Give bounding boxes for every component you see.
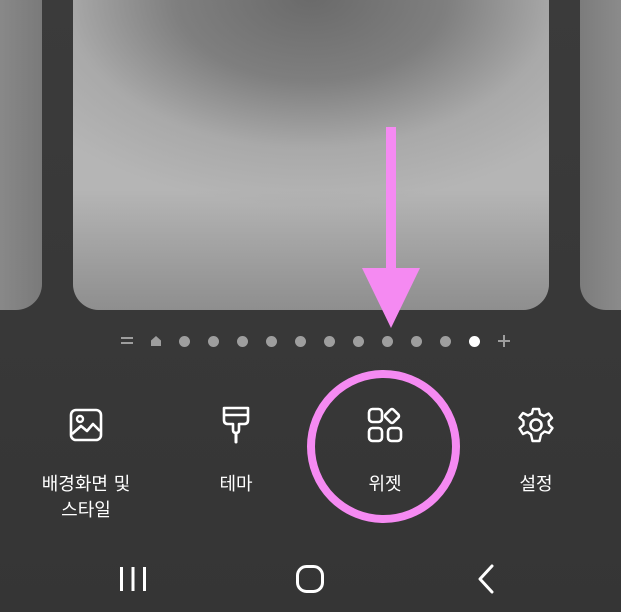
back-button[interactable] (456, 555, 516, 603)
paint-brush-icon (216, 405, 256, 445)
annotation-highlight-circle (307, 370, 460, 523)
page-dot-current[interactable] (460, 332, 489, 350)
page-dot-mark (353, 335, 364, 347)
reorder-icon (120, 337, 133, 344)
page-dot[interactable] (344, 332, 373, 350)
page-indicator (112, 332, 518, 350)
home-icon (150, 336, 161, 346)
wallpaper-and-style-button[interactable]: 배경화면 및 스타일 (16, 405, 156, 524)
page-dot[interactable] (431, 332, 460, 350)
annotation-arrow-shaft (386, 127, 396, 277)
page-dot[interactable] (170, 332, 199, 350)
themes-label: 테마 (219, 474, 253, 495)
gear-icon (516, 405, 556, 445)
page-dot[interactable] (402, 332, 431, 350)
add-page-button[interactable] (489, 332, 518, 350)
page-indicator-home[interactable] (141, 332, 170, 350)
plus-icon (497, 335, 510, 347)
page-dot[interactable] (373, 332, 402, 350)
home-page-preview-current[interactable] (73, 0, 549, 310)
page-dot-mark-current (469, 335, 480, 347)
wallpaper-and-style-label: 배경화면 및 스타일 (41, 474, 131, 521)
page-dot[interactable] (315, 332, 344, 350)
page-dot-mark (208, 335, 219, 347)
page-dot[interactable] (286, 332, 315, 350)
home-button-icon (296, 565, 324, 593)
page-dot-mark (237, 335, 248, 347)
page-dot-mark (266, 335, 277, 347)
settings-button[interactable]: 설정 (466, 405, 606, 498)
themes-button[interactable]: 테마 (166, 405, 306, 498)
settings-label: 설정 (519, 474, 553, 495)
recent-apps-icon (120, 567, 146, 591)
annotation-arrow-head (362, 268, 420, 328)
page-dot-mark (440, 335, 451, 347)
home-page-preview-next[interactable] (580, 0, 621, 310)
page-dot-mark (382, 335, 393, 347)
page-dot[interactable] (257, 332, 286, 350)
page-dot[interactable] (228, 332, 257, 350)
home-button[interactable] (280, 555, 340, 603)
image-icon (66, 405, 106, 445)
page-dot-mark (324, 335, 335, 347)
page-dot-mark (411, 335, 422, 347)
home-screen-edit-mode: 배경화면 및 스타일 테마 위젯 설정 (0, 0, 621, 612)
page-dot-mark (295, 335, 306, 347)
navigation-bar (0, 555, 621, 603)
page-dot-mark (179, 335, 190, 347)
page-dot[interactable] (199, 332, 228, 350)
back-icon (478, 564, 494, 594)
page-indicator-menu[interactable] (112, 332, 141, 350)
recent-apps-button[interactable] (103, 555, 163, 603)
home-page-preview-previous[interactable] (0, 0, 42, 310)
